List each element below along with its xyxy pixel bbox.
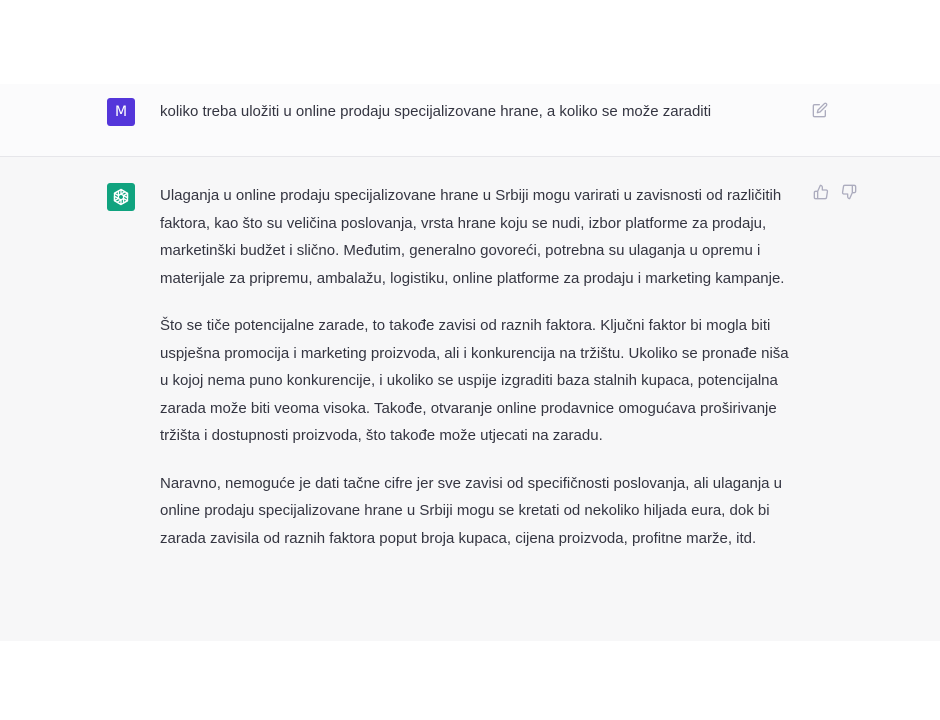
- answer-paragraph: Što se tiče potencijalne zarade, to tako…: [160, 317, 789, 444]
- user-message-row: M koliko treba uložiti u online prodaju …: [0, 84, 940, 157]
- edit-message-button[interactable]: [811, 101, 829, 119]
- assistant-message-row: Ulaganja u online prodaju specijalizovan…: [0, 157, 940, 641]
- user-avatar-letter: M: [114, 104, 128, 120]
- user-message-text: koliko treba uložiti u online prodaju sp…: [160, 103, 712, 120]
- answer-paragraph: Ulaganja u online prodaju specijalizovan…: [160, 187, 785, 287]
- user-avatar: M: [107, 98, 135, 126]
- thumbs-down-button[interactable]: [840, 183, 858, 201]
- chat-conversation: M koliko treba uložiti u online prodaju …: [0, 0, 940, 720]
- answer-paragraph: Naravno, nemoguće je dati tačne cifre je…: [160, 474, 783, 547]
- thumbs-down-icon: [841, 184, 857, 200]
- assistant-avatar: [107, 183, 135, 211]
- assistant-message-text: Ulaganja u online prodaju specijalizovan…: [160, 182, 800, 572]
- openai-logo-icon: [113, 188, 129, 206]
- thumbs-up-icon: [813, 184, 829, 200]
- edit-icon: [812, 102, 828, 118]
- thumbs-up-button[interactable]: [812, 183, 830, 201]
- feedback-buttons: [812, 183, 858, 201]
